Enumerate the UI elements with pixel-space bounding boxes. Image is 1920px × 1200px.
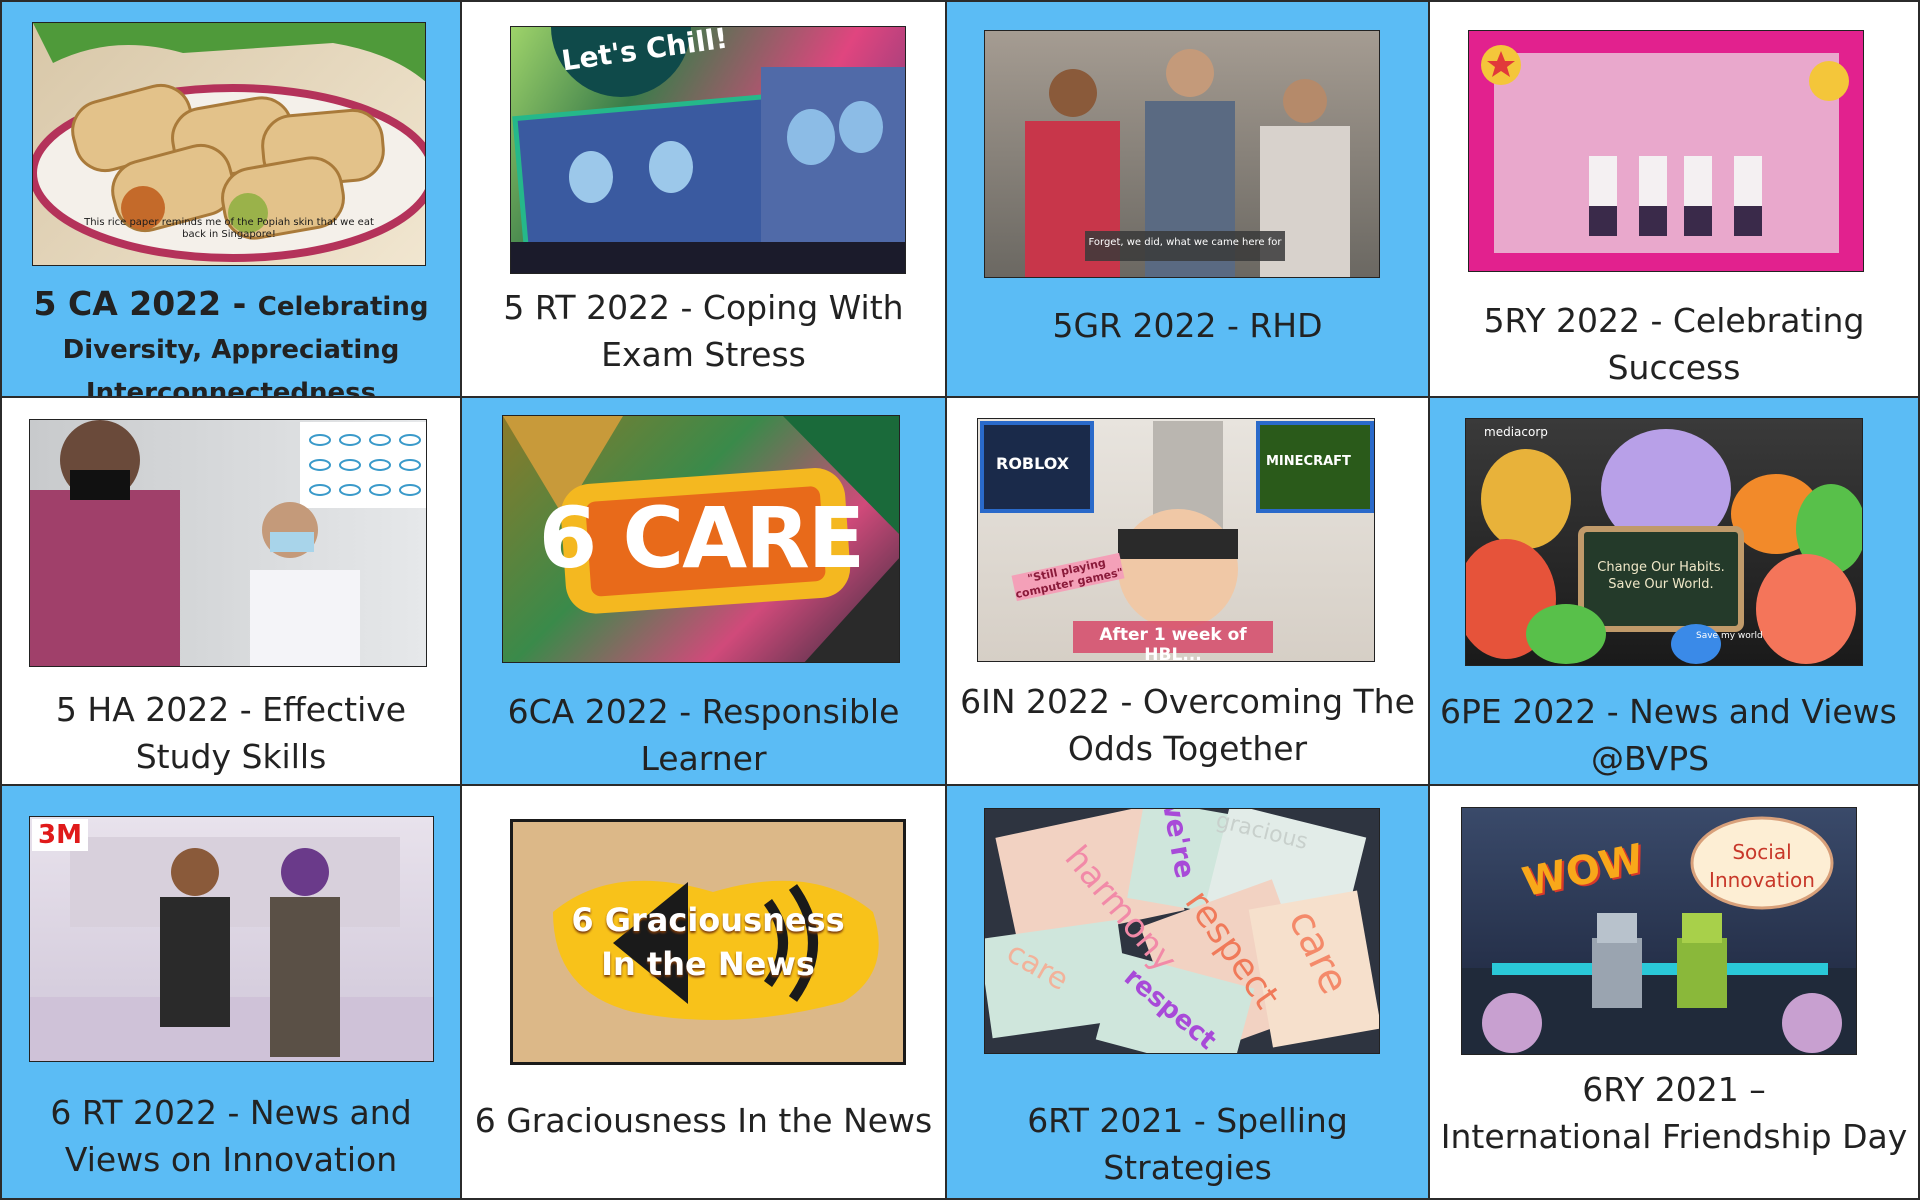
- video-card-5gr-2022[interactable]: Forget, we did, what we came here for 5G…: [945, 0, 1430, 398]
- video-caption-line1: 6PE 2022 - News and Views: [1440, 692, 1897, 731]
- video-card-6ca-2022[interactable]: 6 CARE 6CA 2022 - Responsible Learner: [460, 396, 947, 786]
- video-caption: 6IN 2022 - Overcoming The Odds Together: [960, 682, 1415, 768]
- video-caption: 5RY 2022 - Celebrating Success: [1483, 301, 1865, 387]
- video-overlay-title-line1: 6 Graciousness: [571, 901, 845, 939]
- video-overlay-title: 6 CARE: [538, 489, 865, 587]
- video-thumbnail-spelling[interactable]: harmony we're gracious respect care care…: [984, 808, 1380, 1054]
- mediacorp-logo: mediacorp: [1484, 425, 1548, 439]
- video-overlay-title-line2: In the News: [601, 945, 815, 983]
- video-thumbnail-news-and-views[interactable]: mediacorp Change Our Habits. Save Our Wo…: [1465, 418, 1863, 666]
- video-gallery-grid: This rice paper reminds me of the Popiah…: [0, 0, 1920, 1200]
- video-thumbnail-graciousness[interactable]: 6 Graciousness In the News: [510, 819, 906, 1065]
- video-caption: 6 Graciousness In the News: [474, 1101, 933, 1140]
- plush-toys-illustration: [1466, 429, 1862, 664]
- video-caption-small: Save my world: [1696, 631, 1763, 641]
- video-caption: 6CA 2022 - Responsible Learner: [507, 692, 900, 778]
- video-thumbnail-lets-chill[interactable]: Let's Chill!: [510, 26, 906, 274]
- video-card-6rt-2021[interactable]: harmony we're gracious respect care care…: [945, 784, 1430, 1200]
- video-caption: 5 CA 2022 - Celebrating Diversity, Appre…: [2, 284, 460, 396]
- video-thumbnail-celebrating-success[interactable]: [1468, 30, 1864, 272]
- video-card-6rt-2022[interactable]: 3M 6 RT 2022 - News and Views on Innovat…: [0, 784, 462, 1200]
- speech-bubble-text: Social Innovation: [1709, 840, 1815, 892]
- video-thumbnail-friendship-day[interactable]: WOW Social Innovation: [1461, 807, 1857, 1055]
- students-on-stage-illustration: [1481, 45, 1849, 253]
- minecraft-badge: MINECRAFT: [1266, 454, 1351, 469]
- video-card-5rt-2022[interactable]: Let's Chill! 5 RT 2022 - Coping With Exa…: [460, 0, 947, 398]
- video-thumbnail-overcoming-odds[interactable]: ROBLOX MINECRAFT "Still playing computer…: [977, 418, 1375, 662]
- video-caption: 5 RT 2022 - Coping With Exam Stress: [503, 288, 904, 374]
- video-card-6-graciousness[interactable]: 6 Graciousness In the News 6 Graciousnes…: [460, 784, 947, 1200]
- video-subtitle: Forget, we did, what we came here for: [1088, 237, 1282, 248]
- video-caption-line2: International Friendship Day: [1440, 1117, 1908, 1156]
- megaphone-splash-illustration: [553, 880, 879, 1020]
- video-caption: 6PE 2022 - News and Views @BVPS: [1430, 688, 1918, 782]
- video-overlay-banner: After 1 week of HBL...: [1099, 625, 1247, 662]
- video-thumbnail-popiah[interactable]: This rice paper reminds me of the Popiah…: [32, 22, 426, 266]
- video-thumbnail-6-care[interactable]: 6 CARE: [502, 415, 900, 663]
- video-subtitle: This rice paper reminds me of the Popiah…: [84, 217, 374, 240]
- video-card-5ry-2022[interactable]: 5RY 2022 - Celebrating Success: [1428, 0, 1920, 398]
- video-caption-class: 5 CA 2022 -: [33, 284, 258, 323]
- video-caption: 5GR 2022 - RHD: [1052, 306, 1323, 345]
- video-caption-line1: 6RY 2021 –: [1582, 1070, 1766, 1109]
- video-card-5ca-2022[interactable]: This rice paper reminds me of the Popiah…: [0, 0, 462, 398]
- video-chalkboard-text: Change Our Habits. Save Our World.: [1597, 560, 1725, 592]
- roblox-badge: ROBLOX: [996, 454, 1070, 473]
- video-thumbnail-rhd[interactable]: Forget, we did, what we came here for: [984, 30, 1380, 278]
- lab-interview-illustration: [30, 837, 433, 1061]
- video-caption: 6RY 2021 – International Friendship Day: [1430, 1066, 1918, 1160]
- video-caption-line2: @BVPS: [1591, 739, 1710, 778]
- video-thumbnail-study-skills[interactable]: [29, 419, 427, 667]
- video-caption: 5 HA 2022 - Effective Study Skills: [55, 690, 407, 776]
- video-card-5ha-2022[interactable]: 5 HA 2022 - Effective Study Skills: [0, 396, 462, 786]
- video-card-6in-2022[interactable]: ROBLOX MINECRAFT "Still playing computer…: [945, 396, 1430, 786]
- 3m-logo: 3M: [32, 819, 88, 851]
- video-card-6ry-2021[interactable]: WOW Social Innovation 6RY 2021 – Interna…: [1428, 784, 1920, 1200]
- video-caption: 6 RT 2022 - News and Views on Innovation: [50, 1093, 412, 1179]
- video-card-6pe-2022[interactable]: mediacorp Change Our Habits. Save Our Wo…: [1428, 396, 1920, 786]
- students-eye-chart-illustration: [30, 420, 426, 666]
- video-caption: 6RT 2021 - Spelling Strategies: [1027, 1101, 1348, 1187]
- video-thumbnail-innovation[interactable]: 3M: [29, 816, 434, 1062]
